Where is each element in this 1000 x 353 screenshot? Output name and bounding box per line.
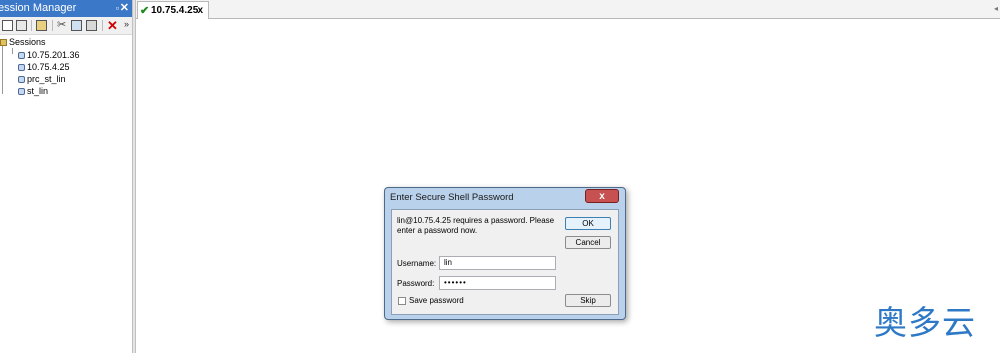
tree-item-session[interactable]: 10.75.201.36 [18,49,80,61]
delete-icon[interactable]: ✕ [107,19,118,32]
save-password-label: Save password [409,296,464,305]
session-icon [18,88,25,96]
tree-item-session[interactable]: 10.75.4.25 [18,61,70,73]
tree-item-session[interactable]: prc_st_lin [18,73,66,85]
dialog-body: lin@10.75.4.25 requires a password. Plea… [391,209,619,315]
toolbar-separator [31,20,32,31]
tree-item-session[interactable]: st_lin [18,85,48,97]
tree-item-label: Sessions [9,37,46,47]
toolbar-separator [102,20,103,31]
save-password-checkbox[interactable] [398,297,406,305]
tree-item-label: prc_st_lin [27,74,66,84]
password-label: Password: [397,279,435,288]
tree-item-sessions[interactable]: Sessions [0,36,46,48]
session-icon [18,76,25,84]
toolbar-separator [52,20,53,31]
session-manager-titlebar: ession Manager ▫ ✕ [0,0,132,17]
username-field[interactable]: lin [439,256,556,270]
watermark-logo: 奥多云 [874,303,976,342]
tab-close-icon[interactable]: x [197,5,203,16]
dialog-close-button[interactable]: x [585,189,619,203]
connected-check-icon: ✔ [140,5,150,17]
new-session-icon[interactable] [2,20,13,31]
dialog-message: lin@10.75.4.25 requires a password. Plea… [397,216,555,235]
session-manager-pane: ession Manager ▫ ✕ ✂ ✕ » Sessions 10.75.… [0,0,132,353]
tree-item-label: 10.75.201.36 [27,50,80,60]
copy-icon[interactable] [71,20,82,31]
ok-button[interactable]: OK [565,217,611,230]
properties-icon[interactable] [36,20,47,31]
session-tab-bar: ✔ 10.75.4.25 x ◂ [136,0,1000,19]
pin-icon[interactable]: ▫ [116,0,119,17]
folder-icon [0,39,7,47]
session-manager-title: ession Manager [0,2,77,14]
close-pane-icon[interactable]: ✕ [120,0,129,17]
new-folder-icon[interactable] [16,20,27,31]
session-icon [18,64,25,72]
dialog-title: Enter Secure Shell Password [390,192,514,203]
username-label: Username: [397,259,437,268]
password-field[interactable]: •••••• [439,276,556,290]
cut-icon[interactable]: ✂ [57,20,68,31]
tree-item-label: st_lin [27,86,49,96]
session-icon [18,52,25,60]
tree-item-label: 10.75.4.25 [27,62,70,72]
tree-line [2,42,3,94]
tab-label: 10.75.4.25 [151,5,199,16]
pane-splitter[interactable] [132,0,136,353]
tree-line [12,48,13,54]
tab-session[interactable]: ✔ 10.75.4.25 x [137,1,209,19]
paste-icon[interactable] [86,20,97,31]
session-toolbar: ✂ ✕ » [0,17,132,35]
tab-scroll-icon[interactable]: ◂ [994,4,998,13]
password-dialog: Enter Secure Shell Password x lin@10.75.… [384,187,626,320]
skip-button[interactable]: Skip [565,294,611,307]
cancel-button[interactable]: Cancel [565,236,611,249]
